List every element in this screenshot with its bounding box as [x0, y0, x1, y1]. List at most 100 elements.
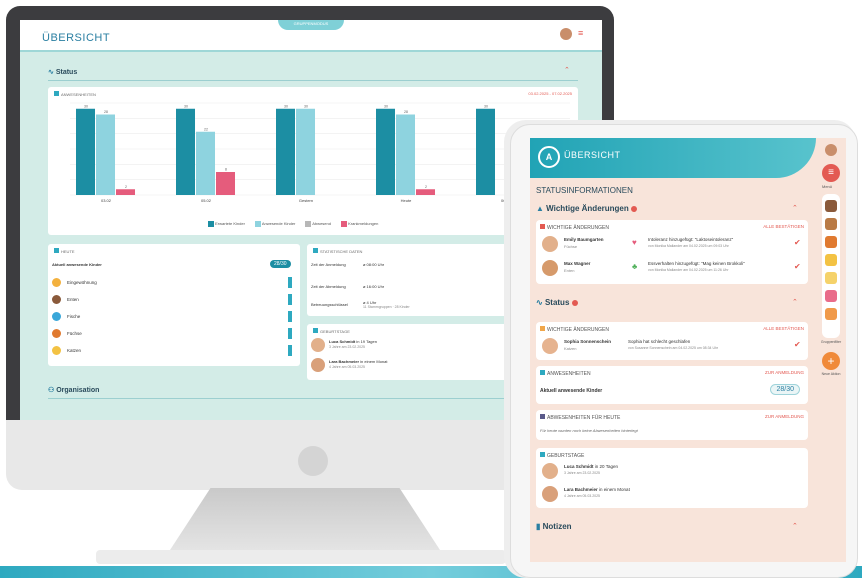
- bird-icon[interactable]: [825, 200, 837, 212]
- group-row[interactable]: Katzen: [52, 342, 296, 359]
- group-progress: [288, 277, 292, 288]
- heart-icon[interactable]: [825, 290, 837, 302]
- organisation-heading[interactable]: ⚇ Organisation: [48, 386, 99, 394]
- group-row[interactable]: Eingewöhnung: [52, 274, 296, 291]
- confirm-check-icon[interactable]: ✔: [794, 238, 801, 247]
- heart-icon: ♥: [632, 238, 637, 247]
- group-row[interactable]: Füchse: [52, 325, 296, 342]
- change-text: Intoleranz hinzugefügt: "Laktoseintolera…: [648, 237, 734, 242]
- avatar[interactable]: [560, 28, 572, 40]
- important-changes-heading[interactable]: ▲ Wichtige Änderungen: [536, 204, 637, 213]
- mode-pill[interactable]: GRUPPENMODUS: [278, 20, 344, 30]
- pulse-icon: ∿: [536, 298, 543, 307]
- fox-icon[interactable]: [825, 236, 837, 248]
- change-meta: von Monika Mallander am 04.02.2025 um 11…: [648, 268, 729, 272]
- divider: [48, 80, 578, 81]
- data-label: 30: [304, 104, 308, 108]
- stats-card-title: STATISTISCHE DATEN: [313, 248, 362, 254]
- data-label: 28: [104, 110, 108, 114]
- tablet-title: ÜBERSICHT: [564, 150, 621, 160]
- duck-icon[interactable]: [825, 272, 837, 284]
- birthday-name: Lara Bachmeier in einem Monat: [329, 359, 388, 364]
- stat-note: 11 Stammgruppen · 28 Kinder: [363, 305, 410, 309]
- group-progress: [288, 294, 292, 305]
- new-action-button[interactable]: +: [822, 352, 840, 370]
- status-info-heading: STATUSINFORMATIONEN: [536, 186, 633, 195]
- child-name: Sophia Sonnenschein: [564, 339, 612, 344]
- notes-heading[interactable]: ▮ Notizen: [536, 522, 572, 531]
- no-absences-text: Für heute wurden noch keine Abwesenheite…: [540, 428, 638, 433]
- divider: [48, 398, 578, 399]
- group-name: Enten: [67, 297, 79, 302]
- bar-krankmeldungen: [116, 189, 135, 195]
- confirm-check-icon[interactable]: ✔: [794, 262, 801, 271]
- avatar: [311, 338, 325, 352]
- x-tick-label: Gestern: [299, 198, 313, 203]
- new-action-label: Neue Aktion: [821, 372, 841, 376]
- attendance-card: ANWESENHEITEN 03.02.2025 - 07.02.2025 30…: [48, 87, 578, 235]
- data-label: 30: [284, 104, 288, 108]
- stat-label: Zeit der Abmeldung: [311, 284, 346, 289]
- confirm-all-button[interactable]: ALLE BESTÄTIGEN: [763, 224, 804, 229]
- calendar-icon: [540, 224, 545, 229]
- calendar-icon: [540, 326, 545, 331]
- to-registration-link[interactable]: ZUR ANMELDUNG: [765, 370, 804, 375]
- status-heading[interactable]: ∿ Status: [536, 298, 578, 307]
- stat-label: Betreuungsschlüssel: [311, 302, 348, 307]
- group-row[interactable]: Enten: [52, 291, 296, 308]
- stat-value: ø 16:00 Uhr: [363, 284, 385, 289]
- avatar: [542, 463, 558, 479]
- birthday-date: 4 Jahre am 05.03.2025: [329, 365, 365, 369]
- group-icon: [52, 278, 61, 287]
- menu-icon[interactable]: ≡: [578, 29, 587, 38]
- confirm-all-button[interactable]: ALLE BESTÄTIGEN: [763, 326, 804, 331]
- people-icon: ⚇: [48, 387, 55, 394]
- data-label: 30: [384, 104, 388, 108]
- owl-icon[interactable]: [825, 218, 837, 230]
- status-card-title: WICHTIGE ÄNDERUNGEN: [540, 326, 609, 333]
- collapse-icon[interactable]: ⌃: [564, 66, 570, 74]
- bar-erwartete-kinder: [376, 108, 395, 195]
- collapse-icon[interactable]: ⌃: [792, 522, 798, 530]
- group-name: Fische: [67, 314, 81, 319]
- status-heading[interactable]: ∿ Status: [48, 68, 77, 76]
- birthday-card-title: GEBURTSTAGE: [313, 328, 350, 334]
- collapse-icon[interactable]: ⌃: [792, 298, 798, 306]
- cat-icon[interactable]: [825, 254, 837, 266]
- chart-legend: Erwartete Kinder Anwesende Kinder Abwese…: [208, 221, 508, 227]
- avatar[interactable]: [825, 144, 837, 156]
- attendance-card: ANWESENHEITEN ZUR ANMELDUNG Aktuell anwe…: [536, 366, 808, 404]
- child-group: Katzen: [564, 346, 577, 351]
- page-title: ÜBERSICHT: [42, 32, 111, 44]
- child-group: Füchse: [564, 244, 578, 249]
- birthdays-card-title: GEBURTSTAGE: [540, 452, 584, 459]
- stat-value: ø 08:00 Uhr: [363, 262, 385, 267]
- menu-button[interactable]: ≡: [822, 164, 840, 182]
- attendance-chart: 30 28 2 03.02 30 22 8 05.02 30 30 Gestern 30 28 2 Heut…: [70, 102, 570, 203]
- birthday-name: Luca Schmidt in 20 Tagen: [564, 464, 618, 469]
- group-row[interactable]: Fische: [52, 308, 296, 325]
- child-name: Emily Baumgarten: [564, 237, 604, 242]
- calendar-icon: [540, 414, 545, 419]
- group-progress: [288, 345, 292, 356]
- x-tick-label: Heute: [401, 198, 412, 203]
- monitor-logo: [298, 446, 328, 476]
- warning-icon: ▲: [536, 204, 544, 213]
- to-registration-link[interactable]: ZUR ANMELDUNG: [765, 414, 804, 419]
- birthday-date: 3 Jahre am 23.02.2025: [329, 345, 365, 349]
- child-name: Max Wagner: [564, 261, 591, 266]
- avatar: [542, 486, 558, 502]
- confirm-check-icon[interactable]: ✔: [794, 340, 801, 349]
- present-count-badge: 28/30: [770, 384, 800, 395]
- change-text: Sophia hat schlecht geschlafen: [628, 339, 691, 344]
- group-icon[interactable]: [825, 308, 837, 320]
- menu-label: Menü: [822, 184, 833, 189]
- tablet-header: A ÜBERSICHT: [530, 138, 816, 178]
- avatar: [542, 338, 558, 354]
- broccoli-icon: ♣: [632, 262, 638, 271]
- pulse-icon: ∿: [48, 69, 54, 76]
- date-range[interactable]: 03.02.2025 - 07.02.2025: [528, 91, 572, 96]
- data-label: 2: [425, 185, 427, 189]
- collapse-icon[interactable]: ⌃: [792, 204, 798, 212]
- important-card-title: WICHTIGE ÄNDERUNGEN: [540, 224, 609, 231]
